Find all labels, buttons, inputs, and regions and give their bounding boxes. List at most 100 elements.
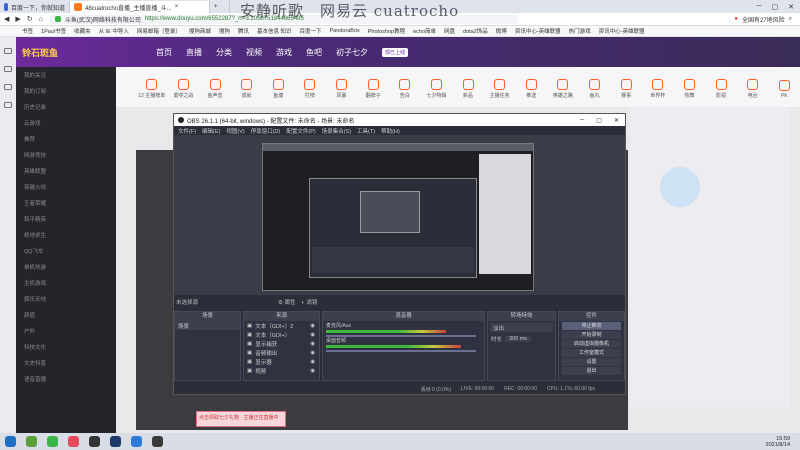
volume-slider[interactable] xyxy=(326,350,476,352)
sidebar-item[interactable]: 绝地求生 xyxy=(16,227,116,243)
filters-button[interactable]: ◐ 滤镜 xyxy=(302,298,318,306)
visibility-icon[interactable]: ◉ xyxy=(310,368,319,374)
subnav-item[interactable]: 鱼丸 xyxy=(579,75,611,99)
tab-baidu[interactable]: 百度一下，你就知道 xyxy=(0,1,70,13)
nav-item[interactable]: 首页 xyxy=(156,47,172,58)
sidebar-item[interactable]: 网游竞技 xyxy=(16,147,116,163)
sidebar-item[interactable]: 娱乐天地 xyxy=(16,291,116,307)
steam-icon[interactable] xyxy=(110,436,121,447)
sidebar-item[interactable]: QQ飞车 xyxy=(16,243,116,259)
sidebar-item[interactable]: 和平精英 xyxy=(16,211,116,227)
netease-music-icon[interactable] xyxy=(68,436,79,447)
bookmark-item[interactable]: 热门游戏 xyxy=(569,27,591,35)
chat-icon[interactable] xyxy=(47,436,58,447)
control-button[interactable]: 设置 xyxy=(562,358,621,366)
subnav-item[interactable]: 赛事 xyxy=(610,75,642,99)
bookmark-item[interactable]: 网盘 xyxy=(444,27,455,35)
bookmark-item[interactable]: 收藏夹 xyxy=(74,27,91,35)
bookmark-item[interactable]: 基本信息 知识 xyxy=(257,27,292,35)
obs-taskbar-icon[interactable] xyxy=(89,436,100,447)
visibility-icon[interactable]: ◉ xyxy=(310,341,319,347)
forward-icon[interactable]: ▶ xyxy=(15,15,20,23)
sidebar-item[interactable]: 我的关注 xyxy=(16,67,116,83)
control-button[interactable]: 停止推流 xyxy=(562,322,621,330)
menu-item[interactable]: 停靠窗口(D) xyxy=(251,127,281,135)
subnav-item[interactable]: 勇夺之战 xyxy=(168,75,200,99)
menu-item[interactable]: 配置文件(P) xyxy=(286,127,315,135)
download-icon[interactable] xyxy=(4,48,12,54)
wechat-icon[interactable] xyxy=(26,436,37,447)
menu-item[interactable]: 场景集合(S) xyxy=(322,127,351,135)
sidebar-item[interactable]: 主机游戏 xyxy=(16,275,116,291)
subnav-item[interactable]: 告白 xyxy=(389,75,421,99)
douyu-logo[interactable]: 铃石斑鱼 xyxy=(22,46,70,59)
subnav-item[interactable]: 主播任务 xyxy=(484,75,516,99)
nav-item[interactable]: 直播 xyxy=(186,47,202,58)
sidebar-item[interactable]: 户外 xyxy=(16,323,116,339)
bookmark-item[interactable]: 从 IE 中导入 xyxy=(99,27,129,35)
subnav-item[interactable]: 12 主播榜单 xyxy=(136,75,168,99)
bookmark-item[interactable]: 百度一下 xyxy=(299,27,321,35)
source-item[interactable]: ▣ 显示捕获 ◉ xyxy=(244,339,319,348)
bookmark-item[interactable]: 微博 xyxy=(496,27,507,35)
sidebar-item[interactable]: 颜值 xyxy=(16,307,116,323)
sidebar-item[interactable]: 推荐 xyxy=(16,131,116,147)
subnav-item[interactable]: 风暴 xyxy=(326,75,358,99)
nav-item[interactable]: 初子七夕 xyxy=(336,47,368,58)
maximize-icon[interactable]: ▢ xyxy=(596,117,602,124)
sidebar-item[interactable]: 英雄联盟 xyxy=(16,163,116,179)
subnav-item[interactable]: 成就 xyxy=(231,75,263,99)
bookmark-item[interactable]: 1Paul书签 xyxy=(41,27,66,35)
menu-item[interactable]: 视图(V) xyxy=(226,127,244,135)
sidebar-item[interactable]: 单机热游 xyxy=(16,259,116,275)
transition-select[interactable]: 淡出 xyxy=(490,323,553,332)
subnav-item[interactable]: 新品 xyxy=(452,75,484,99)
bookmark-item[interactable]: 资讯中心-英雄联盟 xyxy=(515,27,561,35)
subnav-item[interactable]: 影视 xyxy=(705,75,737,99)
visibility-icon[interactable]: ◉ xyxy=(310,359,319,365)
minimize-icon[interactable]: ─ xyxy=(757,3,762,10)
bookmark-item[interactable]: dota2饰品 xyxy=(463,27,488,35)
source-item[interactable]: ▣ 文本（GDI+）2 ◉ xyxy=(244,321,319,330)
reload-icon[interactable]: ↻ xyxy=(27,15,33,23)
bookmark-item[interactable]: echo简单 xyxy=(413,27,436,35)
subnav-item[interactable]: 鱼塘 xyxy=(263,75,295,99)
scene-item[interactable]: 场景 xyxy=(175,321,240,330)
visibility-icon[interactable]: ◉ xyxy=(310,323,319,329)
bookmark-item[interactable]: 腾讯 xyxy=(238,27,249,35)
menu-item[interactable]: 工具(T) xyxy=(357,127,375,135)
minimize-icon[interactable]: ─ xyxy=(580,117,584,123)
source-item[interactable]: ▣ 文本（GDI+） ◉ xyxy=(244,330,319,339)
maximize-icon[interactable]: ▢ xyxy=(772,3,779,11)
visibility-icon[interactable]: ◉ xyxy=(310,350,319,356)
sidebar-item[interactable]: 穿越火线 xyxy=(16,179,116,195)
close-icon[interactable]: × xyxy=(175,4,179,10)
search-area[interactable]: ● 全国有27地风险 ⌕ xyxy=(734,15,800,24)
mail-icon[interactable] xyxy=(4,84,12,90)
promo-popup[interactable]: 点击领取七夕礼物 · 主播正在直播中 xyxy=(196,411,286,427)
sidebar-item[interactable]: 云游戏 xyxy=(16,115,116,131)
visibility-icon[interactable]: ◉ xyxy=(310,332,319,338)
subnav-item[interactable]: 英雄之路 xyxy=(547,75,579,99)
notes-icon[interactable] xyxy=(4,66,12,72)
control-button[interactable]: 退出 xyxy=(562,367,621,375)
sidebar-item[interactable]: 科技文化 xyxy=(16,339,116,355)
clock[interactable]: 15:59 2021/8/14 xyxy=(766,436,790,448)
bookmark-item[interactable]: PandoraBox xyxy=(329,28,359,34)
bookmark-item[interactable]: 书签 xyxy=(22,27,33,35)
tab-douyu[interactable]: 48cuatrocho直播_主播直播_斗... × xyxy=(70,1,210,13)
new-tab-button[interactable]: + xyxy=(210,1,230,13)
duration-input[interactable]: 300 ms xyxy=(505,335,532,342)
bookmark-item[interactable]: 搜狗商城 xyxy=(189,27,211,35)
sidebar-item[interactable]: 文史科普 xyxy=(16,355,116,371)
app-icon[interactable] xyxy=(152,436,163,447)
bookmark-item[interactable]: 网易邮箱（登录） xyxy=(137,27,181,35)
close-window-icon[interactable]: ✕ xyxy=(788,3,794,11)
nav-item[interactable]: 视频 xyxy=(246,47,262,58)
menu-item[interactable]: 文件(F) xyxy=(178,127,196,135)
nav-item[interactable]: 鱼吧 xyxy=(306,47,322,58)
menu-item[interactable]: 帮助(H) xyxy=(381,127,400,135)
subnav-item[interactable]: 推送 xyxy=(516,75,548,99)
subnav-item[interactable]: 热舞 xyxy=(674,75,706,99)
source-item[interactable]: ▣ 音频输出 ◉ xyxy=(244,348,319,357)
